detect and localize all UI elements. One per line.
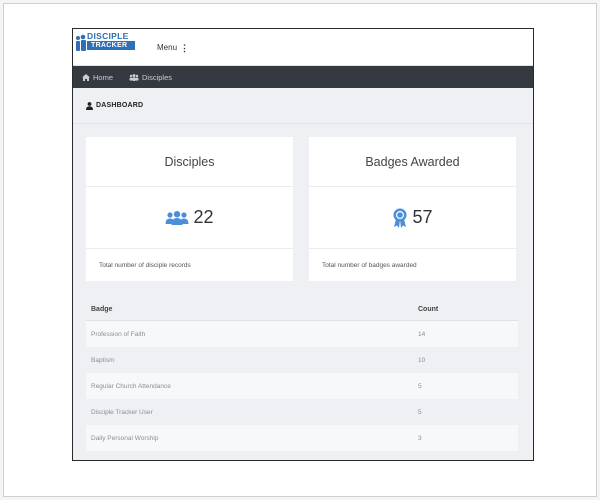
disciples-card-title: Disciples <box>86 137 293 187</box>
badges-card-title: Badges Awarded <box>309 137 516 187</box>
column-header-count[interactable]: Count <box>418 306 518 313</box>
users-icon <box>165 210 189 225</box>
column-header-badge[interactable]: Badge <box>86 306 418 313</box>
table-row: Baptism 10 <box>86 347 518 373</box>
app-logo[interactable]: DISCIPLE TRACKER <box>75 32 135 54</box>
users-icon <box>129 73 139 81</box>
page-header: DASHBOARD <box>73 88 533 124</box>
logo-line1: DISCIPLE <box>87 31 129 41</box>
count-cell: 14 <box>418 330 426 338</box>
nav-disciples[interactable]: Disciples <box>129 73 172 82</box>
nav-disciples-label: Disciples <box>142 72 173 82</box>
disciples-card: Disciples 22 Total number of disciple re… <box>86 137 293 281</box>
count-cell: 5 <box>418 382 422 390</box>
user-icon <box>86 101 93 110</box>
kebab-icon: ⋮ <box>180 42 190 53</box>
table-row: Disciple Tracker User 5 <box>86 399 518 425</box>
logo-line2: TRACKER <box>87 41 135 50</box>
summary-cards: Disciples 22 Total number of disciple re… <box>86 137 517 281</box>
disciples-card-footer: Total number of disciple records <box>99 261 191 269</box>
logo-people-icon <box>76 34 86 51</box>
badges-card-footer: Total number of badges awarded <box>322 261 417 269</box>
badge-cell: Profession of Faith <box>91 330 146 338</box>
count-cell: 5 <box>418 408 422 416</box>
award-icon <box>393 208 407 228</box>
badges-card: Badges Awarded 57 Total number of badges… <box>309 137 516 281</box>
badges-card-value-row: 57 <box>309 187 516 249</box>
main-navbar: Home Disciples <box>73 66 533 88</box>
home-icon <box>82 73 90 81</box>
top-bar: DISCIPLE TRACKER Menu ⋮ <box>73 29 533 66</box>
table-row: Regular Church Attendance 5 <box>86 373 518 399</box>
table-row: Profession of Faith 14 <box>86 321 518 347</box>
nav-home-label: Home <box>93 72 114 82</box>
badge-cell: Regular Church Attendance <box>91 382 171 390</box>
table-row: Daily Personal Worship 3 <box>86 425 518 451</box>
badge-table: Badge Count Profession of Faith 14 Bapti… <box>86 299 518 451</box>
disciples-count: 22 <box>193 207 214 227</box>
logo-wordmark: DISCIPLE TRACKER <box>87 32 135 50</box>
disciples-card-value-row: 22 <box>86 187 293 249</box>
badge-cell: Baptism <box>91 356 115 364</box>
badge-cell: Daily Personal Worship <box>91 434 159 442</box>
nav-home[interactable]: Home <box>82 73 113 82</box>
badges-count: 57 <box>412 207 433 227</box>
badge-cell: Disciple Tracker User <box>91 408 153 416</box>
menu-label: Menu <box>157 43 178 52</box>
count-cell: 10 <box>418 356 426 364</box>
app-window: DISCIPLE TRACKER Menu ⋮ Home Disciples D… <box>72 28 534 461</box>
page-title: DASHBOARD <box>96 102 144 109</box>
table-header: Badge Count <box>86 299 518 321</box>
menu-button[interactable]: Menu ⋮ <box>157 43 189 52</box>
count-cell: 3 <box>418 434 422 442</box>
